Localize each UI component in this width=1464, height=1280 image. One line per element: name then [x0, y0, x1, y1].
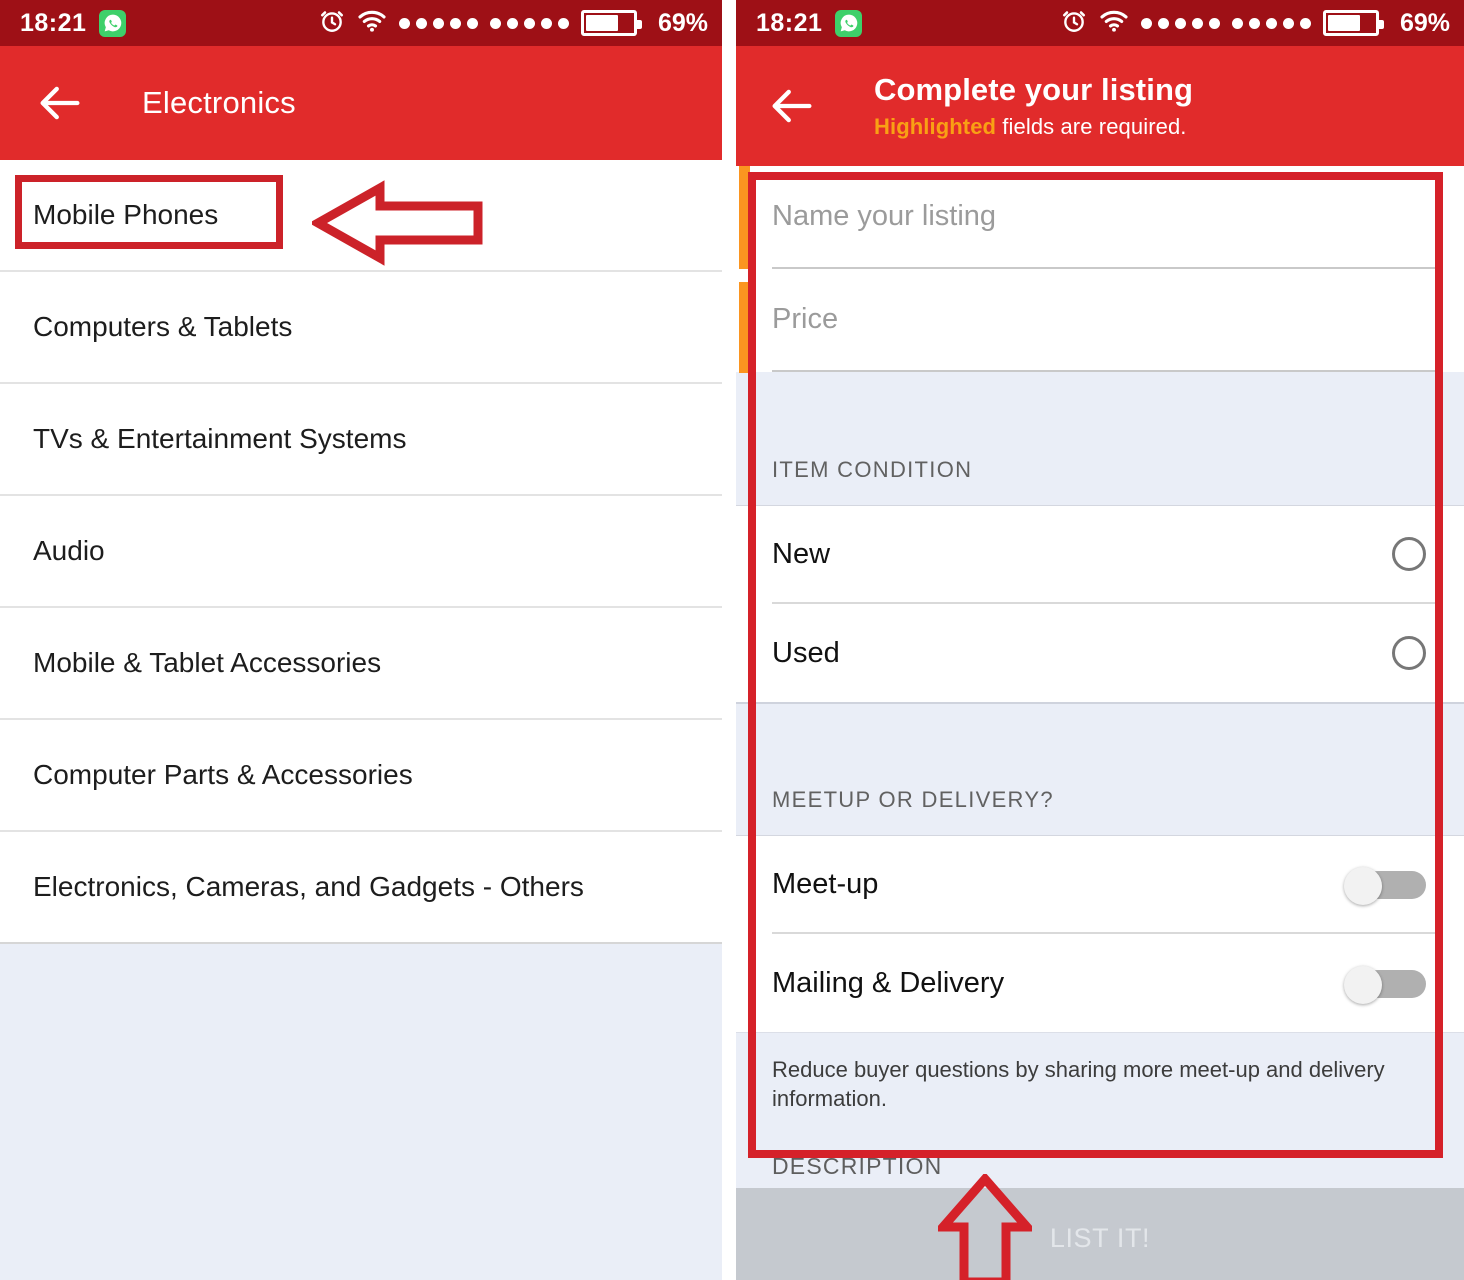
section-label: DESCRIPTION	[772, 1152, 943, 1179]
battery-icon	[1322, 10, 1384, 36]
category-item-computer-parts-accessories[interactable]: Computer Parts & Accessories	[0, 720, 722, 832]
list-it-button[interactable]: LIST IT!	[736, 1188, 1464, 1280]
page-title: Complete your listing	[874, 72, 1194, 108]
screenshot-root: 18:21 69% Electronics Mobile Phones Comp…	[0, 0, 1464, 1280]
section-label: ITEM CONDITION	[772, 457, 973, 482]
section-header-meetup-delivery: MEETUP OR DELIVERY?	[736, 702, 1464, 836]
section-header-item-condition: ITEM CONDITION	[736, 372, 1464, 506]
condition-option-used[interactable]: Used	[772, 604, 1436, 702]
signal-dots-sim2	[1231, 17, 1311, 29]
category-label: Mobile & Tablet Accessories	[33, 647, 382, 678]
whatsapp-icon	[835, 9, 863, 37]
left-phone-screen: 18:21 69% Electronics Mobile Phones Comp…	[0, 0, 722, 1280]
alarm-icon	[319, 8, 345, 39]
option-meet-up[interactable]: Meet-up	[772, 836, 1436, 934]
signal-dots-sim1	[398, 17, 478, 29]
required-note-rest: fields are required.	[996, 113, 1187, 139]
toggle-thumb	[1344, 966, 1382, 1004]
app-bar-left: Electronics	[0, 46, 722, 160]
option-mailing-delivery[interactable]: Mailing & Delivery	[772, 934, 1436, 1032]
status-bar-time: 18:21	[756, 8, 823, 37]
price-placeholder: Price	[772, 303, 839, 335]
status-bar-left: 18:21 69%	[0, 0, 722, 46]
option-label: Mailing & Delivery	[772, 966, 1005, 999]
battery-percent: 69%	[1399, 8, 1450, 37]
required-fields-note: Highlighted fields are required.	[874, 114, 1193, 140]
status-bar-time: 18:21	[20, 8, 87, 37]
listing-name-field-wrap: Name your listing	[736, 166, 1464, 270]
app-bar-right: Complete your listing Highlighted fields…	[736, 46, 1464, 166]
battery-icon	[580, 10, 642, 36]
category-label: Computer Parts & Accessories	[33, 759, 413, 790]
price-input[interactable]: Price	[772, 269, 1436, 372]
signal-dots-sim1	[1140, 17, 1220, 29]
required-indicator-price	[739, 282, 750, 373]
category-list: Mobile Phones Computers & Tablets TVs & …	[0, 160, 722, 944]
toggle-mailing-delivery[interactable]	[1344, 966, 1426, 1004]
status-bar-right: 18:21 69%	[736, 0, 1464, 46]
list-empty-area	[0, 944, 722, 1280]
option-label: Meet-up	[772, 867, 879, 900]
category-label: TVs & Entertainment Systems	[33, 423, 407, 454]
toggle-meet-up[interactable]	[1344, 867, 1426, 905]
battery-percent: 69%	[657, 8, 708, 37]
page-title: Electronics	[142, 85, 296, 120]
toggle-thumb	[1344, 867, 1382, 905]
listing-name-placeholder: Name your listing	[772, 200, 997, 232]
category-label: Mobile Phones	[33, 199, 219, 230]
category-item-mobile-tablet-accessories[interactable]: Mobile & Tablet Accessories	[0, 608, 722, 720]
right-phone-screen: 18:21 69% Complete your listing Highligh…	[736, 0, 1464, 1280]
highlighted-word: Highlighted	[874, 113, 997, 139]
wifi-icon	[357, 9, 387, 38]
section-header-description: DESCRIPTION	[736, 1144, 1464, 1188]
category-item-computers-tablets[interactable]: Computers & Tablets	[0, 272, 722, 384]
category-item-tvs-entertainment[interactable]: TVs & Entertainment Systems	[0, 384, 722, 496]
category-label: Electronics, Cameras, and Gadgets - Othe…	[33, 871, 584, 902]
radio-button-new[interactable]	[1392, 537, 1426, 571]
meetup-helper-text: Reduce buyer questions by sharing more m…	[736, 1032, 1464, 1144]
category-label: Audio	[33, 535, 105, 566]
required-indicator-listing-name	[739, 166, 750, 270]
category-item-electronics-others[interactable]: Electronics, Cameras, and Gadgets - Othe…	[0, 832, 722, 944]
price-field-wrap: Price	[736, 269, 1464, 373]
radio-button-used[interactable]	[1392, 636, 1426, 670]
alarm-icon	[1061, 8, 1087, 39]
back-arrow-icon[interactable]	[34, 77, 86, 129]
wifi-icon	[1099, 9, 1129, 38]
category-item-audio[interactable]: Audio	[0, 496, 722, 608]
option-label: New	[772, 537, 831, 570]
category-item-mobile-phones[interactable]: Mobile Phones	[0, 160, 722, 272]
back-arrow-icon[interactable]	[766, 80, 818, 132]
section-label: MEETUP OR DELIVERY?	[772, 787, 1054, 812]
category-label: Computers & Tablets	[33, 311, 293, 342]
option-label: Used	[772, 636, 840, 669]
condition-option-new[interactable]: New	[772, 506, 1436, 604]
whatsapp-icon	[99, 9, 127, 37]
listing-name-input[interactable]: Name your listing	[772, 166, 1436, 269]
signal-dots-sim2	[489, 17, 569, 29]
